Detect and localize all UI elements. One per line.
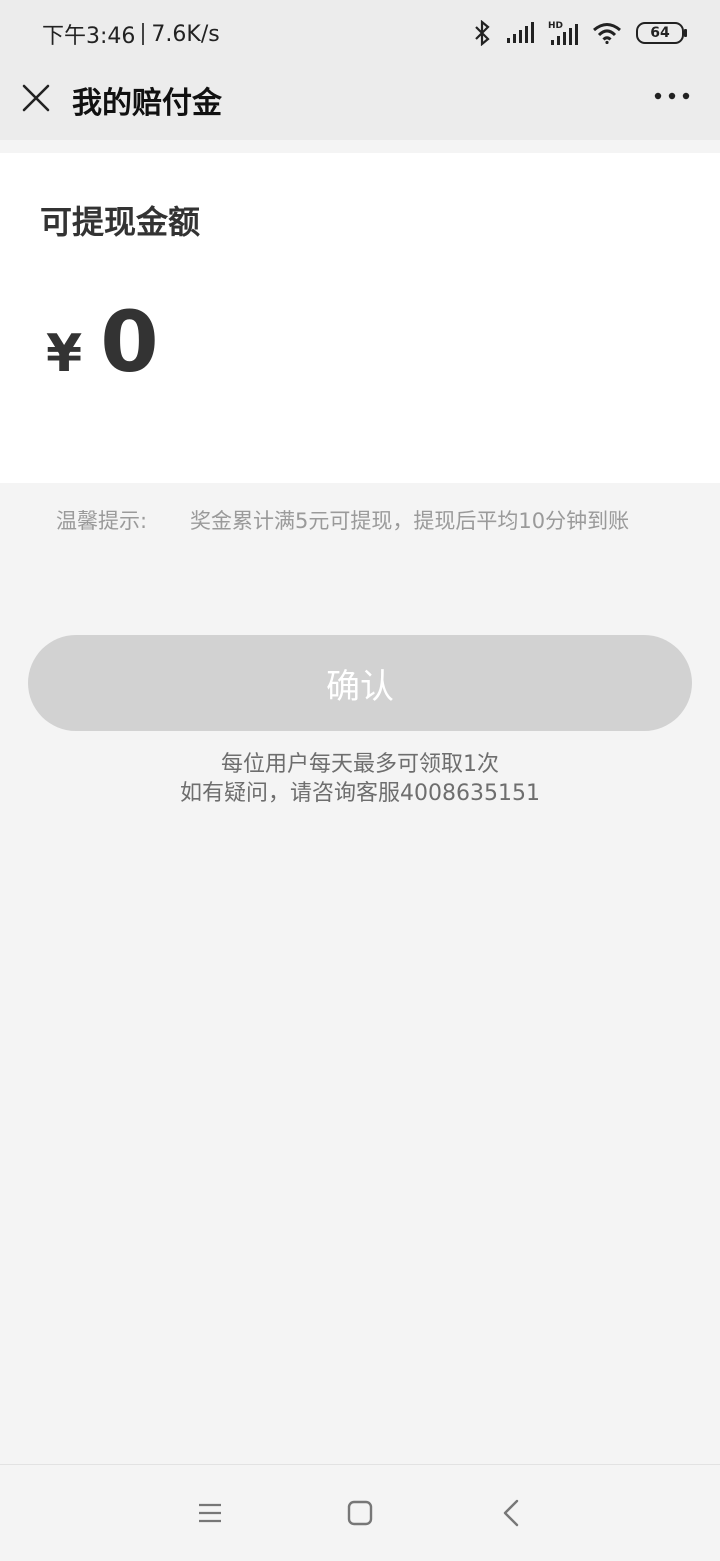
wifi-icon [593, 23, 621, 44]
status-separator [142, 23, 145, 45]
network-speed: 7.6K/s [151, 21, 220, 47]
balance-card: 可提现金额 ¥ 0 [0, 153, 720, 483]
note-line-2: 如有疑问，请咨询客服4008635151 [180, 781, 540, 806]
svg-text:HD: HD [548, 21, 563, 31]
tip-row: 温馨提示: 奖金累计满5元可提现，提现后平均10分钟到账 [56, 505, 629, 535]
battery-level: 64 [650, 25, 670, 41]
status-icons: HD 64 [472, 20, 687, 46]
withdrawable-label: 可提现金额 [40, 203, 201, 241]
back-icon[interactable] [496, 1497, 528, 1529]
hd-signal-icon: HD [548, 21, 578, 45]
currency-symbol: ¥ [46, 324, 83, 384]
more-icon[interactable] [652, 82, 692, 110]
withdrawable-amount: ¥ 0 [46, 293, 159, 391]
bluetooth-icon [475, 20, 490, 46]
home-icon[interactable] [344, 1497, 376, 1529]
status-bar: 下午3:46 7.6K/s HD 64 [0, 0, 720, 68]
status-time: 下午3:46 [42, 24, 136, 49]
close-icon[interactable] [18, 80, 54, 116]
status-time-group: 下午3:46 7.6K/s [42, 18, 220, 50]
amount-value: 0 [100, 293, 159, 391]
note-line-1: 每位用户每天最多可领取1次 [221, 752, 499, 777]
menu-icon[interactable] [194, 1497, 226, 1529]
tip-label: 温馨提示: [56, 509, 148, 533]
system-nav-bar [0, 1464, 720, 1561]
notes: 每位用户每天最多可领取1次 如有疑问，请咨询客服4008635151 [0, 750, 720, 808]
nav-bar: 我的赔付金 [0, 68, 720, 140]
confirm-button[interactable]: 确认 [28, 635, 692, 731]
tip-text: 奖金累计满5元可提现，提现后平均10分钟到账 [190, 509, 630, 533]
battery-icon: 64 [636, 22, 687, 44]
signal-icon [507, 22, 534, 43]
page-title: 我的赔付金 [72, 86, 222, 121]
